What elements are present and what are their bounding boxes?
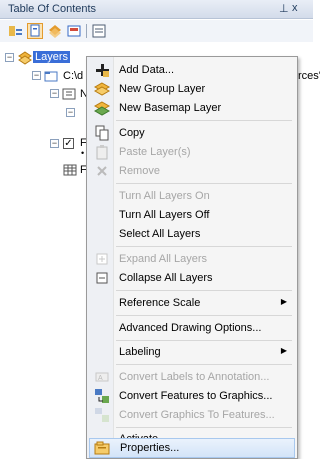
- menu-item-add-data[interactable]: Add Data...: [89, 60, 295, 80]
- menu-separator: [116, 290, 292, 291]
- layers-context-menu: Add Data... New Group Layer New Basemap …: [86, 56, 298, 459]
- list-by-visibility-icon[interactable]: [47, 23, 63, 39]
- panel-title: Table Of Contents: [8, 3, 97, 15]
- submenu-arrow-icon: ▶: [280, 297, 287, 306]
- menu-item-select-all-layers[interactable]: Select All Layers: [89, 224, 295, 244]
- menu-item-label: Convert Features to Graphics...: [119, 390, 273, 402]
- menu-separator: [116, 120, 292, 121]
- folder-icon: [44, 69, 58, 83]
- menu-item-label: Labeling: [119, 346, 161, 358]
- collapse-group-toggle[interactable]: −: [50, 89, 59, 98]
- menu-item-copy[interactable]: Copy: [89, 123, 295, 143]
- menu-item-label: New Basemap Layer: [119, 102, 222, 114]
- menu-item-label: Add Data...: [119, 64, 175, 76]
- menu-item-advanced-drawing-options[interactable]: Advanced Drawing Options...: [89, 318, 295, 338]
- list-by-drawing-order-icon[interactable]: [8, 23, 24, 39]
- menu-item-turn-all-layers-off[interactable]: Turn All Layers Off: [89, 205, 295, 225]
- menu-item-convert-features-to-graphics[interactable]: Convert Features to Graphics...: [89, 386, 295, 406]
- menu-item-label: Advanced Drawing Options...: [119, 322, 262, 334]
- table-of-contents-panel: Table Of Contents ⊥ x − Layers − C:\d rc…: [0, 0, 320, 459]
- layers-data-frame-icon: [18, 51, 32, 65]
- folder-path-overflow: rces': [298, 70, 320, 82]
- submenu-arrow-icon: ▶: [280, 346, 287, 355]
- menu-item-label: Remove: [119, 165, 160, 177]
- menu-item-reference-scale[interactable]: Reference Scale ▶: [89, 293, 295, 313]
- menu-item-turn-all-layers-on[interactable]: Turn All Layers On: [89, 186, 295, 206]
- convert-features-icon: [94, 388, 110, 404]
- collapse-folder-toggle[interactable]: −: [32, 71, 41, 80]
- menu-item-new-basemap-layer[interactable]: New Basemap Layer: [89, 98, 295, 118]
- menu-item-new-group-layer[interactable]: New Group Layer: [89, 79, 295, 99]
- menu-item-collapse-all-layers[interactable]: Collapse All Layers: [89, 268, 295, 288]
- group-layer-icon: [62, 87, 76, 101]
- paste-icon: [94, 144, 110, 160]
- list-by-source-icon[interactable]: [27, 23, 43, 39]
- properties-icon: [94, 440, 110, 456]
- add-data-icon: [94, 62, 110, 78]
- options-icon[interactable]: [91, 23, 107, 39]
- pin-icon[interactable]: ⊥: [279, 2, 289, 15]
- menu-item-label: Copy: [119, 127, 145, 139]
- menu-item-labeling[interactable]: Labeling ▶: [89, 342, 295, 362]
- menu-separator: [116, 315, 292, 316]
- collapse-icon: [94, 270, 110, 286]
- menu-item-properties[interactable]: Properties...: [89, 438, 295, 458]
- list-by-selection-icon[interactable]: [66, 23, 82, 39]
- menu-item-label: Collapse All Layers: [119, 272, 213, 284]
- menu-item-expand-all-layers[interactable]: Expand All Layers: [89, 249, 295, 269]
- collapse-layer-toggle[interactable]: −: [50, 139, 59, 148]
- menu-item-activate[interactable]: Activate: [89, 419, 295, 445]
- menu-item-convert-labels-to-annotation[interactable]: A Convert Labels to Annotation...: [89, 367, 295, 387]
- menu-separator: [116, 364, 292, 365]
- remove-icon: [94, 163, 110, 179]
- symbol-dot: •: [81, 148, 85, 158]
- menu-item-label: New Group Layer: [119, 83, 206, 95]
- menu-item-remove[interactable]: Remove: [89, 161, 295, 181]
- menu-item-label: Properties...: [120, 442, 180, 454]
- menu-item-label: Convert Labels to Annotation...: [119, 371, 270, 383]
- collapse-sublayer-toggle[interactable]: −: [66, 108, 75, 117]
- menu-item-label: Turn All Layers On: [119, 190, 210, 202]
- menu-separator: [116, 246, 292, 247]
- menu-item-label: Expand All Layers: [119, 253, 208, 265]
- collapse-layers-toggle[interactable]: −: [5, 53, 14, 62]
- menu-item-paste-layers[interactable]: Paste Layer(s): [89, 142, 295, 162]
- menu-item-label: Reference Scale: [119, 297, 201, 309]
- copy-icon: [94, 125, 110, 141]
- expand-icon: [94, 251, 110, 267]
- layers-label[interactable]: Layers: [33, 51, 71, 63]
- panel-title-bar: Table Of Contents ⊥ x: [0, 0, 313, 19]
- svg-text:A: A: [98, 375, 103, 382]
- convert-labels-icon: A: [94, 369, 110, 385]
- close-icon[interactable]: x: [292, 2, 298, 14]
- menu-separator: [116, 183, 292, 184]
- menu-item-label: Select All Layers: [119, 228, 201, 240]
- basemap-layer-icon: [94, 100, 110, 116]
- toc-toolbar: [0, 20, 313, 42]
- layer-visibility-checkbox[interactable]: ✓: [63, 138, 74, 149]
- group-layer-icon: [94, 81, 110, 97]
- menu-separator: [116, 340, 292, 341]
- toolbar-separator: [86, 24, 87, 38]
- menu-item-label: Turn All Layers Off: [119, 209, 210, 221]
- folder-path-label[interactable]: C:\d: [63, 70, 83, 82]
- menu-item-label: Paste Layer(s): [119, 146, 191, 158]
- table-icon: [63, 163, 77, 177]
